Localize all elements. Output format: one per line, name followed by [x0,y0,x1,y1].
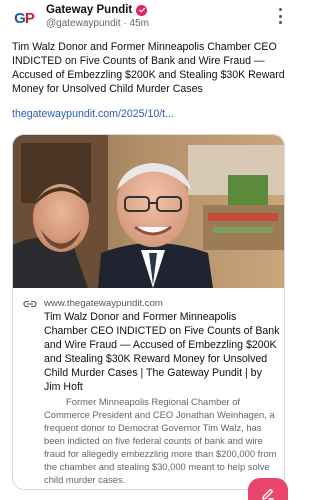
account-handle: @gatewaypundit [46,18,121,29]
link-icon [23,300,37,307]
more-options-icon[interactable] [277,8,283,24]
post-time: 45m [129,18,149,29]
avatar-letter-p: P [24,9,35,27]
card-title[interactable]: Tim Walz Donor and Former Minneapolis Ch… [44,310,280,394]
post-header: GP Gateway Pundit @gatewaypundit · 45m [0,0,297,34]
compose-icon [262,488,274,500]
account-name[interactable]: Gateway Pundit [46,4,132,16]
verified-badge-icon [136,4,148,16]
account-info[interactable]: Gateway Pundit @gatewaypundit · 45m [46,4,149,29]
preview-image [13,135,284,288]
post-link[interactable]: thegatewaypundit.com/2025/10/t... [12,108,174,120]
card-domain: www.thegatewaypundit.com [44,298,163,309]
avatar[interactable]: GP [12,6,36,30]
post-text: Tim Walz Donor and Former Minneapolis Ch… [12,41,285,95]
card-description: Former Minneapolis Regional Chamber of C… [44,396,277,485]
avatar-letter-g: G [14,9,26,27]
account-name-row: Gateway Pundit [46,4,149,16]
link-preview-card[interactable]: www.thegatewaypundit.com Tim Walz Donor … [12,134,285,490]
card-domain-row: www.thegatewaypundit.com [23,298,163,309]
compose-button[interactable] [248,478,288,500]
account-meta: @gatewaypundit · 45m [46,18,149,29]
